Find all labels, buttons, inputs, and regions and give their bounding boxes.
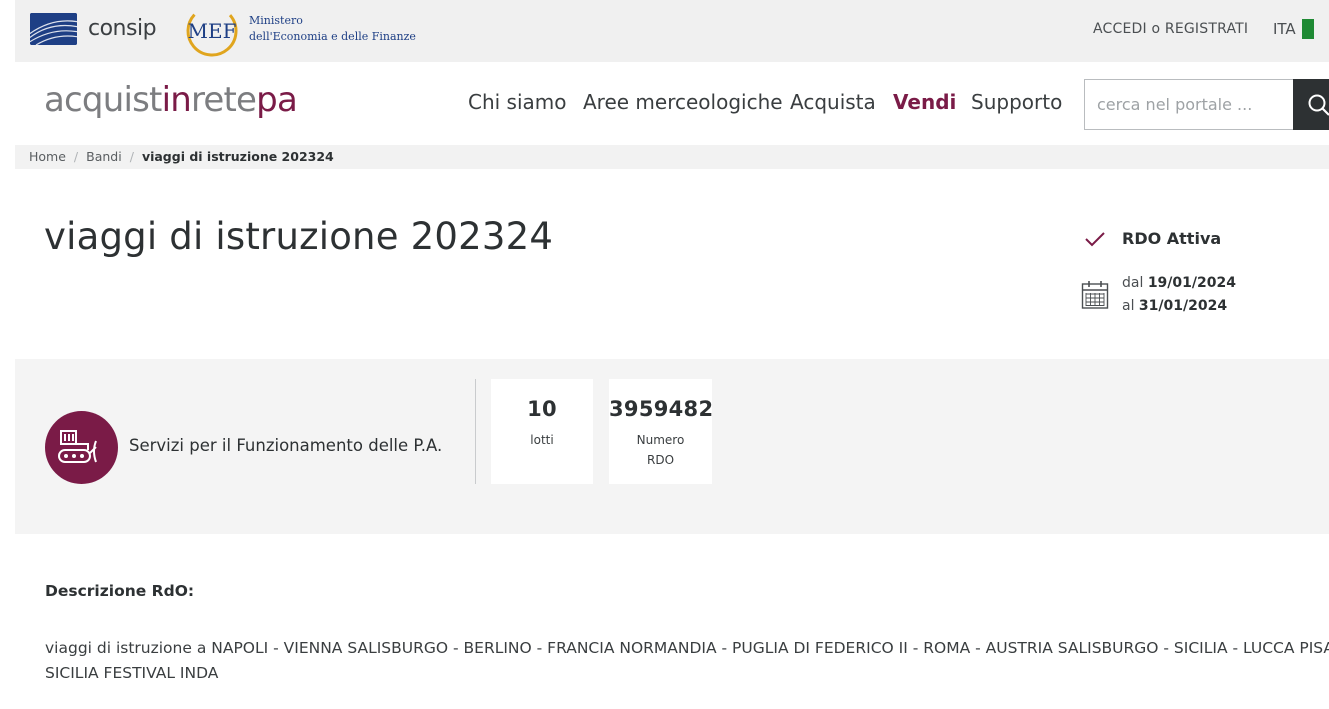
breadcrumb-separator: / [129, 149, 134, 164]
category-badge [45, 411, 118, 484]
date-to: 31/01/2024 [1138, 298, 1228, 314]
nav-vendi[interactable]: Vendi [893, 90, 956, 114]
description-text: viaggi di istruzione a NAPOLI - VIENNA S… [45, 636, 1329, 686]
rdo-stat: 3959482 Numero RDO [609, 379, 714, 484]
brand-part-1: acquist [44, 80, 162, 120]
lots-label: lotti [530, 433, 554, 447]
divider [475, 379, 476, 484]
breadcrumb: Home / Bandi / viaggi di istruzione 202324 [15, 145, 1329, 169]
brand-part-4: pa [256, 80, 298, 120]
nav-aree-merceologiche[interactable]: Aree merceologiche [583, 90, 783, 114]
description-line-2: SICILIA FESTIVAL INDA [45, 664, 219, 682]
status-badge: RDO Attiva [1122, 229, 1222, 248]
rdo-number-value: 3959482 [609, 397, 714, 421]
mef-caption-line2: dell'Economia e delle Finanze [249, 30, 416, 43]
search-box [1084, 79, 1294, 130]
language-selector[interactable]: ITA [1273, 20, 1296, 38]
rdo-label-line1: Numero [636, 433, 685, 447]
nav-acquista[interactable]: Acquista [790, 90, 876, 114]
mef-logo-icon[interactable]: MEF [183, 4, 241, 58]
lots-stat: 10 lotti [491, 379, 593, 484]
site-logo[interactable]: acquistinretepa [44, 80, 298, 120]
nav-supporto[interactable]: Supporto [971, 90, 1062, 114]
breadcrumb-current: viaggi di istruzione 202324 [141, 149, 334, 164]
rdo-label-line2: RDO [646, 453, 675, 467]
brand-part-2: in [161, 80, 192, 120]
language-flag-icon[interactable] [1302, 19, 1314, 39]
brand-part-3: rete [190, 80, 257, 120]
mef-logo-text: MEF [188, 19, 237, 43]
date-from-prefix: dal [1122, 275, 1144, 291]
search-button[interactable] [1293, 79, 1329, 130]
mef-caption-line1: Ministero [249, 14, 303, 27]
description-line-1: viaggi di istruzione a NAPOLI - VIENNA S… [45, 639, 1329, 657]
lots-value: 10 [527, 397, 557, 421]
date-to-prefix: al [1122, 298, 1135, 314]
category-label: Servizi per il Funzionamento delle P.A. [129, 436, 443, 455]
breadcrumb-separator: / [73, 149, 79, 164]
page-title: viaggi di istruzione 202324 [44, 215, 554, 258]
date-range: dal 19/01/2024 al 31/01/2024 [1122, 272, 1236, 318]
consip-logo-icon[interactable] [30, 13, 77, 45]
bulldozer-icon [58, 430, 97, 463]
login-link[interactable]: ACCEDI o REGISTRATI [1093, 21, 1248, 37]
description-heading: Descrizione RdO: [45, 582, 195, 600]
nav-chi-siamo[interactable]: Chi siamo [468, 90, 567, 114]
date-from: 19/01/2024 [1147, 275, 1236, 291]
breadcrumb-home[interactable]: Home [29, 149, 66, 164]
breadcrumb-bandi[interactable]: Bandi [86, 149, 122, 164]
mef-caption[interactable]: Ministero dell'Economia e delle Finanze [249, 13, 416, 45]
search-input[interactable] [1085, 80, 1293, 129]
calendar-icon [1081, 281, 1109, 309]
rdo-number-label: Numero RDO [609, 430, 712, 470]
check-icon [1085, 232, 1105, 247]
search-icon [1308, 94, 1329, 116]
consip-label[interactable]: consip [88, 16, 157, 41]
